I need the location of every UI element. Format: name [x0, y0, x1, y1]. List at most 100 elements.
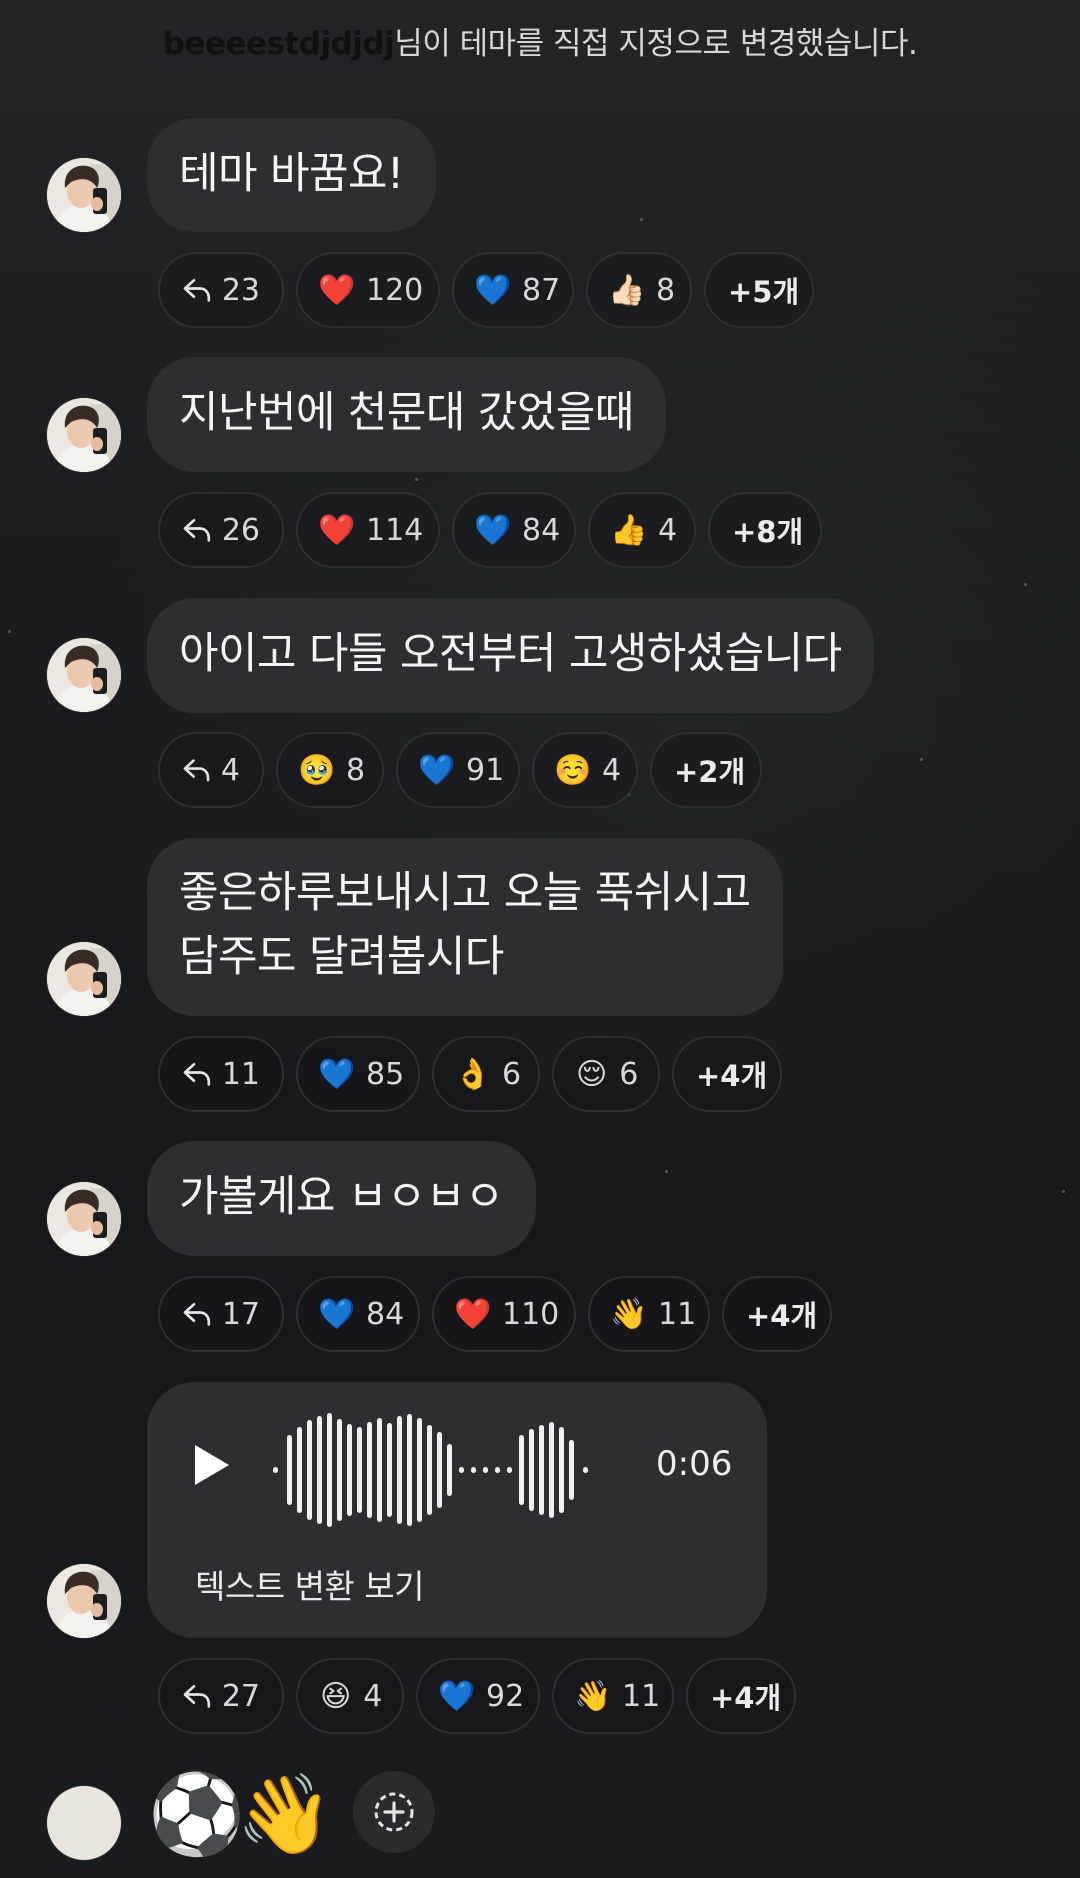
reaction-count: 120	[366, 272, 424, 308]
waveform-bar	[273, 1467, 278, 1473]
message-bubble[interactable]: 가볼게요 ㅂㅇㅂㅇ	[147, 1141, 536, 1256]
reaction-count: 23	[221, 272, 260, 308]
reply-arrow-icon	[183, 1302, 211, 1326]
waveform-bar	[549, 1422, 554, 1518]
message-text: 테마 바꿈요!	[179, 149, 404, 199]
reaction-chip[interactable]: 🥹 8	[276, 732, 384, 808]
reaction-chip[interactable]: 💙 91	[396, 732, 520, 808]
reaction-chip[interactable]: ☺️ 4	[532, 732, 638, 808]
waveform-bar	[529, 1429, 534, 1511]
reaction-chip[interactable]: ❤️ 120	[296, 252, 440, 328]
waveform-bar	[377, 1418, 382, 1522]
waveform-bar	[569, 1440, 574, 1500]
waveform-bar	[317, 1416, 322, 1524]
reaction-chip[interactable]: 👋 11	[588, 1276, 710, 1352]
waveform-bar	[519, 1435, 524, 1505]
waveform-graphic	[273, 1413, 588, 1527]
avatar[interactable]	[47, 1786, 121, 1860]
waveform-bar	[559, 1427, 564, 1513]
waveform-bar	[337, 1419, 342, 1521]
blue-heart-emoji: 💙	[318, 1296, 356, 1332]
more-reactions-chip[interactable]: +4개	[672, 1036, 782, 1112]
avatar[interactable]	[47, 942, 121, 1016]
voice-message-bubble[interactable]: 0:06 텍스트 변환 보기	[147, 1382, 767, 1638]
reply-arrow-icon	[183, 278, 211, 302]
reaction-bar: 27 😆 4 💙 92 👋 11 +4개	[158, 1658, 796, 1734]
reaction-chip[interactable]: 💙 85	[296, 1036, 420, 1112]
waveform-bar	[427, 1425, 432, 1515]
reply-count-chip[interactable]: 27	[158, 1658, 284, 1734]
reaction-count: 87	[522, 272, 561, 308]
reply-count-chip[interactable]: 17	[158, 1276, 284, 1352]
reaction-chip[interactable]: 👍 4	[588, 492, 696, 568]
heart-emoji: ❤️	[318, 272, 356, 308]
avatar[interactable]	[47, 1564, 121, 1638]
more-reactions-chip[interactable]: +4개	[722, 1276, 832, 1352]
message-text: 가볼게요 ㅂㅇㅂㅇ	[179, 1172, 504, 1222]
reaction-bar: 17 💙 84 ❤️ 110 👋 11 +4개	[158, 1276, 832, 1352]
waveform-bar	[447, 1444, 452, 1496]
reaction-count: 6	[502, 1056, 522, 1092]
reply-count-chip[interactable]: 11	[158, 1036, 284, 1112]
reaction-chip[interactable]: 👌 6	[432, 1036, 540, 1112]
reaction-chip[interactable]: 😆 4	[296, 1658, 404, 1734]
relieved-face-emoji: 😌	[576, 1056, 608, 1092]
message-bubble[interactable]: 아이고 다들 오전부터 고생하셨습니다	[147, 598, 874, 713]
avatar[interactable]	[47, 158, 121, 232]
more-reactions-chip[interactable]: +8개	[708, 492, 822, 568]
avatar[interactable]	[47, 638, 121, 712]
thumbs-up-emoji: 👍	[610, 512, 648, 548]
system-message-text: 님이 테마를 직접 지정으로 변경했습니다.	[394, 26, 918, 62]
laughing-face-emoji: 😆	[320, 1678, 352, 1714]
reaction-chip[interactable]: 💙 87	[452, 252, 574, 328]
reply-count-chip[interactable]: 26	[158, 492, 284, 568]
reaction-chip[interactable]: 👍🏻 8	[586, 252, 692, 328]
add-reaction-icon	[374, 1792, 414, 1832]
reaction-chip[interactable]: ❤️ 110	[432, 1276, 576, 1352]
reaction-chip[interactable]: 💙 84	[452, 492, 576, 568]
waving-hand-emoji: 👋	[574, 1678, 612, 1714]
more-reactions-chip[interactable]: +5개	[704, 252, 814, 328]
more-reactions-chip[interactable]: +4개	[686, 1658, 796, 1734]
message-text: 지난번에 천문대 갔었을때	[179, 388, 634, 438]
reaction-count: 8	[656, 272, 676, 308]
reply-arrow-icon	[183, 1062, 211, 1086]
waveform-bar	[437, 1432, 442, 1508]
avatar[interactable]	[47, 1182, 121, 1256]
waveform-bar	[471, 1467, 476, 1473]
waveform-bar	[583, 1467, 588, 1473]
waveform-bar	[297, 1427, 302, 1513]
play-icon[interactable]	[191, 1442, 233, 1488]
waveform-bar	[307, 1420, 312, 1520]
reaction-count: 4	[658, 512, 678, 548]
message-bubble[interactable]: 테마 바꿈요!	[147, 118, 436, 232]
blue-heart-emoji: 💙	[474, 272, 512, 308]
reply-count-chip[interactable]: 23	[158, 252, 284, 328]
reaction-count: 84	[522, 512, 561, 548]
reaction-chip[interactable]: 💙 92	[416, 1658, 540, 1734]
add-reaction-button[interactable]	[353, 1771, 435, 1853]
text-conversion-button[interactable]: 텍스트 변환 보기	[195, 1560, 425, 1608]
reply-arrow-icon	[183, 518, 211, 542]
reaction-count: 6	[619, 1056, 639, 1092]
waveform-bar	[357, 1427, 362, 1513]
avatar[interactable]	[47, 398, 121, 472]
waveform-bar	[407, 1414, 412, 1526]
reaction-count: 92	[486, 1678, 525, 1714]
reaction-count: 84	[366, 1296, 405, 1332]
reaction-chip[interactable]: 😌 6	[552, 1036, 660, 1112]
message-bubble[interactable]: 지난번에 천문대 갔었을때	[147, 357, 666, 472]
waving-hand-emoji: 👋	[236, 1770, 334, 1860]
reaction-chip[interactable]: ❤️ 114	[296, 492, 440, 568]
message-text: 좋은하루보내시고 오늘 푹쉬시고	[179, 868, 751, 918]
reaction-count: 11	[622, 1678, 661, 1714]
blue-heart-emoji: 💙	[318, 1056, 356, 1092]
message-bubble[interactable]: 좋은하루보내시고 오늘 푹쉬시고 담주도 달려봅시다	[147, 838, 783, 1016]
waveform-bar	[539, 1425, 544, 1515]
waveform-bar	[507, 1467, 512, 1473]
reaction-chip[interactable]: 💙 84	[296, 1276, 420, 1352]
reaction-count: 110	[502, 1296, 560, 1332]
reaction-chip[interactable]: 👋 11	[552, 1658, 674, 1734]
reply-count-chip[interactable]: 4	[158, 732, 264, 808]
more-reactions-chip[interactable]: +2개	[650, 732, 762, 808]
